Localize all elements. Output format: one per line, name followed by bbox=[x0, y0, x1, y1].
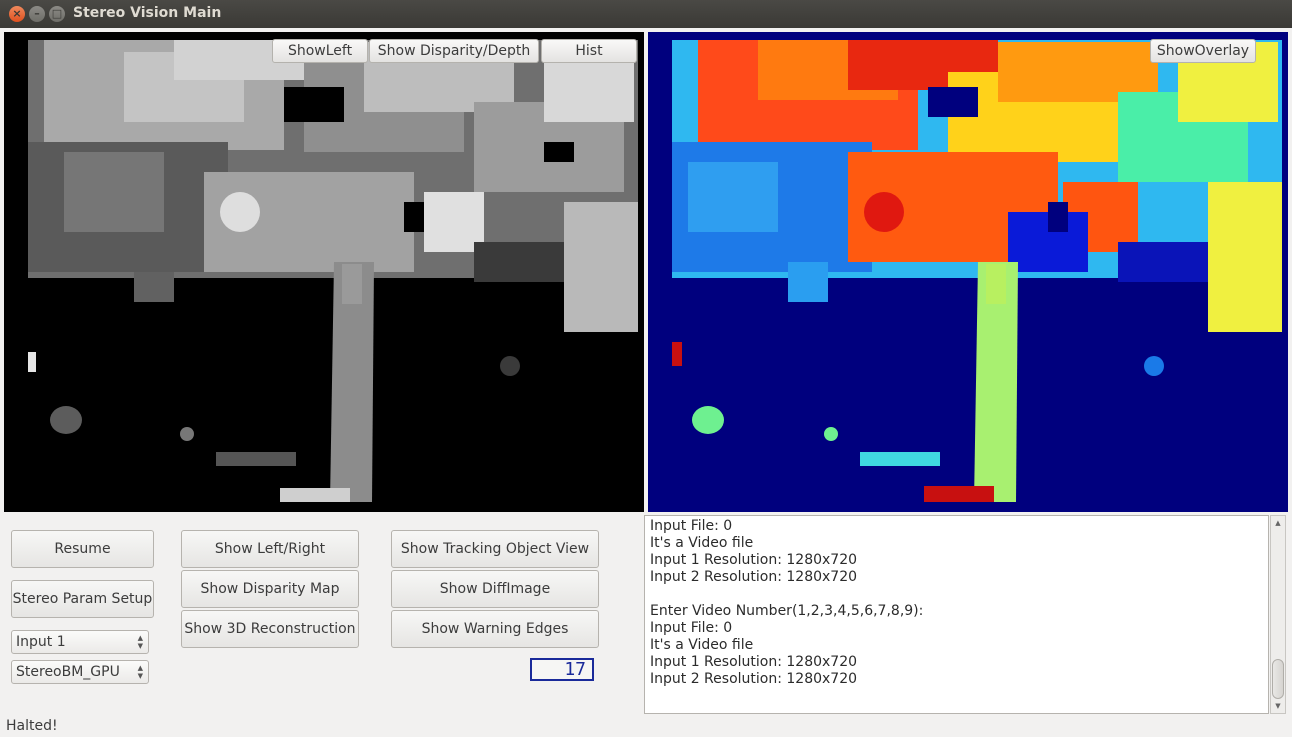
show-left-button[interactable]: ShowLeft bbox=[272, 39, 368, 63]
log-line: Enter Video Number(1,2,3,4,5,6,7,8,9): bbox=[650, 603, 924, 619]
select-arrows-icon: ▲ ▼ bbox=[137, 634, 143, 650]
show-disparity-depth-button[interactable]: Show Disparity/Depth bbox=[369, 39, 539, 63]
resume-button[interactable]: Resume bbox=[11, 530, 154, 568]
status-bar: Halted! bbox=[6, 718, 58, 734]
show-left-right-button[interactable]: Show Left/Right bbox=[181, 530, 359, 568]
scroll-thumb[interactable] bbox=[1272, 659, 1284, 699]
input-select[interactable]: Input 1 ▲ ▼ bbox=[11, 630, 149, 654]
minimize-window-button[interactable]: – bbox=[29, 6, 45, 22]
close-window-button[interactable]: × bbox=[9, 6, 25, 22]
log-line: Input 2 Resolution: 1280x720 bbox=[650, 671, 858, 687]
show-3d-reconstruction-button[interactable]: Show 3D Reconstruction bbox=[181, 610, 359, 648]
maximize-window-button[interactable]: □ bbox=[49, 6, 65, 22]
algorithm-select[interactable]: StereoBM_GPU ▲ ▼ bbox=[11, 660, 149, 684]
scroll-up-icon[interactable]: ▲ bbox=[1271, 516, 1285, 530]
log-line: Input 2 Resolution: 1280x720 bbox=[650, 569, 858, 585]
disparity-color-image bbox=[648, 32, 1288, 512]
show-tracking-object-view-button[interactable]: Show Tracking Object View bbox=[391, 530, 599, 568]
disparity-grayscale-view: ShowLeft Show Disparity/Depth Hist bbox=[4, 32, 644, 512]
log-line: It's a Video file bbox=[650, 637, 754, 653]
log-line: Input File: 0 bbox=[650, 620, 733, 636]
log-output[interactable]: Input File: 0 It's a Video file Input 1 … bbox=[644, 515, 1269, 714]
disparity-color-view: ShowOverlay bbox=[648, 32, 1288, 512]
show-overlay-button[interactable]: ShowOverlay bbox=[1150, 39, 1256, 63]
show-diff-image-button[interactable]: Show DiffImage bbox=[391, 570, 599, 608]
log-line: Input File: 0 bbox=[650, 518, 733, 534]
scroll-down-icon[interactable]: ▼ bbox=[1271, 699, 1285, 713]
stereo-param-setup-button[interactable]: Stereo Param Setup bbox=[11, 580, 154, 618]
log-line: Input 1 Resolution: 1280x720 bbox=[650, 552, 858, 568]
lcd-number-display: 17 bbox=[530, 658, 594, 681]
log-scrollbar[interactable]: ▲ ▼ bbox=[1270, 515, 1286, 714]
show-disparity-map-button[interactable]: Show Disparity Map bbox=[181, 570, 359, 608]
log-line: Input 1 Resolution: 1280x720 bbox=[650, 654, 858, 670]
input-select-value: Input 1 bbox=[16, 634, 66, 650]
title-bar: × – □ Stereo Vision Main bbox=[0, 0, 1292, 28]
algorithm-select-value: StereoBM_GPU bbox=[16, 664, 120, 680]
window-title: Stereo Vision Main bbox=[73, 5, 222, 21]
disparity-grayscale-image bbox=[4, 32, 644, 512]
hist-button[interactable]: Hist bbox=[541, 39, 637, 63]
show-warning-edges-button[interactable]: Show Warning Edges bbox=[391, 610, 599, 648]
log-line: It's a Video file bbox=[650, 535, 754, 551]
select-arrows-icon: ▲ ▼ bbox=[137, 664, 143, 680]
